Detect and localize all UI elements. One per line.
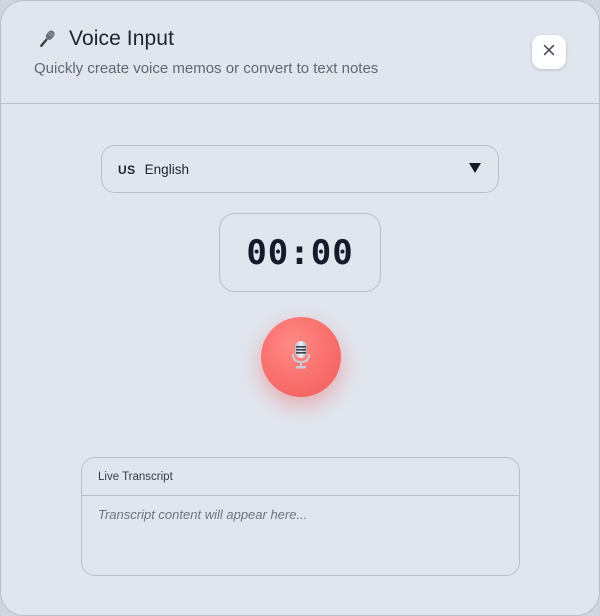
title-row: Voice Input [35,27,174,51]
language-select[interactable]: US English [101,145,499,193]
language-label: English [144,161,189,177]
us-flag-icon: US [118,163,136,177]
record-button[interactable] [261,317,341,397]
dialog-subtitle: Quickly create voice memos or convert to… [34,60,379,77]
transcript-panel: Live Transcript Transcript content will … [81,457,520,576]
microphone-icon [35,27,59,51]
caret-down-icon [469,163,481,173]
close-button[interactable] [532,35,566,69]
transcript-title: Live Transcript [82,458,519,496]
recording-timer: 00:00 [219,213,381,292]
dialog-header: Voice Input Quickly create voice memos o… [1,1,599,104]
dialog-title: Voice Input [69,27,175,50]
close-icon [543,43,555,61]
transcript-content[interactable]: Transcript content will appear here... [82,496,519,533]
microphone-icon [290,340,312,375]
voice-input-dialog: Voice Input Quickly create voice memos o… [0,0,600,616]
